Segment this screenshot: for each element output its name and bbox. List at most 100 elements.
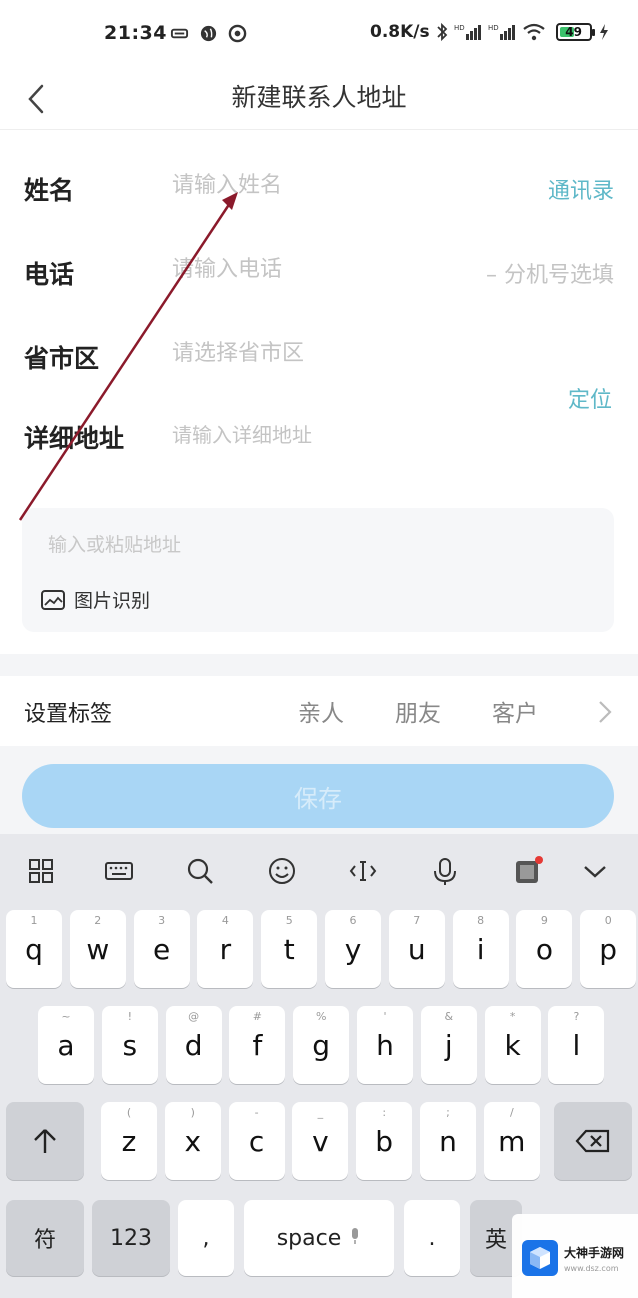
key-secondary-label: _ [317,1106,324,1119]
key-label: d [184,1028,203,1062]
signal-hd-icon: HD [454,24,481,40]
network-speed: 0.8K/s [370,22,430,42]
phone-input[interactable] [172,257,412,282]
key-label: i [476,932,485,966]
key-m[interactable]: / m [483,1102,540,1180]
key-s[interactable]: ! s [101,1006,158,1084]
key-secondary-label: : [382,1106,387,1119]
backspace-key[interactable] [554,1102,632,1180]
shift-key[interactable] [6,1102,84,1180]
key-secondary-label: 1 [30,914,38,927]
tag-customer[interactable]: 客户 [492,694,538,728]
space-key[interactable]: space [244,1200,394,1276]
microphone-icon[interactable] [428,854,462,888]
key-i[interactable]: 8i [452,910,509,988]
key-secondary-label: - [254,1106,259,1119]
key-secondary-label: @ [188,1010,200,1023]
key-secondary-label: 7 [413,914,421,927]
key-label: t [283,932,295,966]
key-secondary-label: 4 [221,914,229,927]
key-u[interactable]: 7u [388,910,445,988]
key-z[interactable]: (z [101,1102,157,1180]
key-b[interactable]: :b [356,1102,413,1180]
save-button[interactable]: 保存 [22,764,614,828]
period-key[interactable]: . [404,1200,460,1276]
key-label: , [202,1225,210,1251]
tag-family[interactable]: 亲人 [298,694,344,728]
key-k[interactable]: * k [484,1006,541,1084]
key-secondary-label: 0 [604,914,612,927]
paste-address-box[interactable]: 输入或粘贴地址 图片识别 [22,508,614,632]
search-icon[interactable] [183,854,217,888]
key-q[interactable]: 1q [6,910,62,988]
svg-text:HD: HD [454,24,465,32]
status-notification-icons [170,24,247,43]
signal-hd-2-icon: HD [488,24,515,40]
key-label: h [376,1028,394,1062]
key-l[interactable]: ? l [548,1006,605,1084]
key-j[interactable]: & j [420,1006,477,1084]
key-h[interactable]: ' h [357,1006,413,1084]
symbol-key[interactable]: 符 [6,1200,84,1276]
key-secondary-label: ; [446,1106,450,1119]
tag-friend[interactable]: 朋友 [395,694,441,728]
address-input[interactable] [172,423,452,447]
key-o[interactable]: 9o [516,910,573,988]
key-label: space [276,1225,342,1251]
key-d[interactable]: @ d [165,1006,222,1084]
key-p[interactable]: 0p [580,910,637,988]
key-secondary-label: ) [190,1106,195,1119]
emoji-icon[interactable] [265,854,299,888]
key-w[interactable]: 2w [69,910,126,988]
key-label: x [184,1124,202,1158]
key-secondary-label: 2 [94,914,102,927]
key-label: k [504,1028,521,1062]
battery-percent: 49 [565,25,582,39]
image-recognition-button[interactable]: 图片识别 [40,586,150,613]
key-secondary-label: ! [127,1010,132,1023]
key-c[interactable]: -c [228,1102,285,1180]
grid-menu-icon[interactable] [24,854,58,888]
name-row: 姓名 通讯录 [0,131,638,215]
key-label: e [152,932,171,966]
collapse-keyboard-icon[interactable] [578,854,612,888]
key-e[interactable]: 3e [133,910,190,988]
keyboard-layout-icon[interactable] [102,854,136,888]
key-y[interactable]: 6y [325,910,381,988]
key-secondary-label: ~ [61,1010,71,1023]
cursor-move-icon[interactable] [346,854,380,888]
image-recognition-label: 图片识别 [74,590,151,612]
key-label: q [25,932,43,966]
key-f[interactable]: # f [229,1006,286,1084]
site-logo-icon [522,1240,558,1276]
key-label: v [312,1124,329,1158]
status-bar: 21:34 0.8K/s HD HD 49 [0,0,638,66]
address-label: 详细地址 [24,424,125,453]
key-r[interactable]: 4r [197,910,254,988]
numeric-key[interactable]: 123 [92,1200,170,1276]
page-title: 新建联系人地址 [231,83,407,112]
site-name: 大神手游网 [564,1246,625,1260]
key-secondary-label: * [509,1010,516,1023]
key-secondary-label: 5 [285,914,293,927]
extension-input[interactable]: – 分机号选填 [486,257,614,289]
wifi-icon [522,23,545,41]
image-icon [41,589,65,610]
contacts-button[interactable]: 通讯录 [548,173,614,205]
region-select[interactable] [172,341,452,366]
key-label: w [86,932,110,966]
comma-key[interactable]: , [178,1200,234,1276]
skin-theme-icon[interactable] [511,854,545,888]
chevron-right-icon[interactable] [596,698,614,726]
name-input[interactable] [172,173,452,198]
region-row: 省市区 [0,299,638,383]
key-g[interactable]: % g [293,1006,350,1084]
key-n[interactable]: ; n [420,1102,476,1180]
key-t[interactable]: 5t [261,910,318,988]
key-v[interactable]: _ v [292,1102,349,1180]
key-x[interactable]: ) x [164,1102,221,1180]
sync-icon [228,24,247,43]
key-label: 符 [33,1228,56,1253]
key-label: c [248,1124,265,1158]
key-a[interactable]: ~ a [38,1006,94,1084]
